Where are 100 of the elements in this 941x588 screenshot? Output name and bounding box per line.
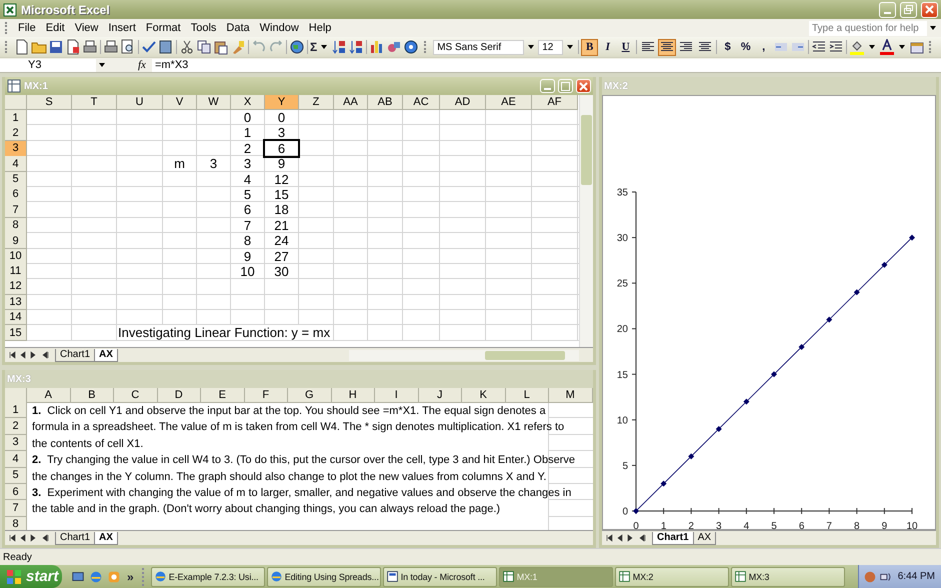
menu-item[interactable]: File — [13, 22, 41, 34]
column-header[interactable]: Z — [299, 95, 334, 110]
copy-icon[interactable] — [196, 39, 212, 55]
menu-item[interactable]: Help — [304, 22, 336, 34]
row-header[interactable]: 13 — [5, 294, 27, 310]
minimize-button[interactable] — [879, 2, 896, 18]
scissors-icon[interactable] — [179, 39, 195, 55]
menu-item[interactable]: Format — [140, 22, 186, 34]
column-header[interactable]: AA — [334, 95, 368, 110]
column-header[interactable]: F — [244, 388, 288, 403]
formula-field[interactable]: =m*X3 — [152, 58, 941, 72]
sheet-tab[interactable]: Chart1 — [55, 532, 96, 544]
caret-icon[interactable] — [869, 45, 876, 49]
caret-icon[interactable] — [528, 45, 534, 49]
new-document-icon[interactable] — [14, 39, 30, 55]
font-name-field[interactable]: MS Sans Serif — [433, 40, 524, 54]
text-style-button[interactable]: I — [599, 38, 616, 56]
row-header[interactable]: 7 — [5, 202, 27, 218]
row-header[interactable]: 9 — [5, 233, 27, 250]
column-header[interactable]: V — [163, 95, 197, 110]
row-header[interactable]: 5 — [5, 172, 27, 188]
close-button[interactable] — [576, 79, 591, 93]
caret-icon[interactable] — [321, 45, 328, 49]
caret-icon[interactable] — [99, 63, 105, 67]
column-header[interactable]: J — [418, 388, 462, 403]
menu-item[interactable]: Window — [254, 22, 304, 34]
sheet-tab[interactable]: Chart1 — [652, 532, 694, 544]
caret-icon[interactable] — [899, 45, 906, 49]
row-header[interactable]: 2 — [5, 125, 27, 142]
drawing-icon[interactable] — [386, 39, 402, 55]
column-header[interactable]: AF — [532, 95, 578, 110]
column-header[interactable]: T — [72, 95, 117, 110]
column-header[interactable]: U — [117, 95, 163, 110]
caret-icon[interactable] — [567, 45, 574, 49]
taskbar-button[interactable]: In today - Microsoft ... — [382, 566, 497, 586]
start-button[interactable]: start — [0, 565, 62, 588]
menu-item[interactable]: View — [70, 22, 104, 34]
vertical-scrollbar[interactable] — [579, 95, 593, 347]
row-header[interactable]: 12 — [5, 279, 27, 295]
column-header[interactable]: AD — [440, 95, 486, 110]
row-header[interactable]: 8 — [5, 516, 27, 530]
menu-item[interactable]: Edit — [40, 22, 70, 34]
globe-icon[interactable] — [289, 39, 305, 55]
menu-item[interactable]: Insert — [103, 22, 141, 34]
insert-function-button[interactable]: fx — [138, 59, 146, 71]
name-box[interactable]: Y3 — [0, 58, 96, 72]
sheet-navigation-icon[interactable] — [9, 534, 49, 542]
row-header[interactable]: 6 — [5, 186, 27, 203]
column-header[interactable]: M — [549, 388, 592, 403]
help-icon[interactable] — [403, 39, 420, 55]
clipboard-icon[interactable] — [213, 39, 229, 55]
column-header[interactable]: D — [158, 388, 201, 403]
column-header[interactable]: H — [332, 388, 375, 403]
sheet-navigation-icon[interactable] — [606, 534, 646, 542]
column-header[interactable]: A — [27, 388, 70, 403]
column-header[interactable]: X — [231, 95, 265, 110]
column-header[interactable]: K — [462, 388, 506, 403]
column-header[interactable]: S — [27, 95, 72, 110]
fill-color-icon[interactable] — [849, 39, 866, 55]
row-header[interactable]: 7 — [5, 500, 27, 517]
sheet-tab[interactable]: AX — [692, 532, 716, 544]
column-header[interactable]: G — [288, 388, 332, 403]
row-header[interactable]: 4 — [5, 451, 27, 468]
row-header[interactable]: 3 — [5, 140, 27, 157]
row-header[interactable]: 4 — [5, 156, 27, 172]
column-header[interactable]: Y — [265, 95, 299, 110]
row-header[interactable]: 11 — [5, 264, 27, 280]
autosum-button[interactable]: Σ — [310, 40, 318, 54]
column-header[interactable]: L — [506, 388, 549, 403]
column-header[interactable]: E — [201, 388, 244, 403]
printer-icon[interactable] — [82, 39, 98, 55]
row-header[interactable]: 1 — [5, 402, 27, 418]
font-color-icon[interactable] — [879, 39, 896, 55]
maximize-button[interactable] — [558, 79, 573, 93]
overflow-button[interactable]: » — [127, 570, 134, 584]
taskbar-button[interactable]: MX:3 — [730, 566, 845, 586]
column-header[interactable]: I — [375, 388, 418, 403]
column-header[interactable]: AC — [403, 95, 440, 110]
row-header[interactable]: 15 — [5, 325, 27, 342]
minimize-button[interactable] — [540, 79, 555, 93]
sort-ascending-icon[interactable] — [331, 39, 348, 55]
row-header[interactable]: 6 — [5, 484, 27, 500]
taskbar-button[interactable]: MX:2 — [614, 566, 729, 586]
row-header[interactable]: 1 — [5, 110, 27, 126]
restore-button[interactable] — [900, 2, 917, 18]
check-icon[interactable] — [141, 39, 157, 55]
text-style-button[interactable]: B — [581, 38, 598, 56]
number-format-button[interactable]: % — [737, 38, 754, 56]
help-search-field[interactable]: Type a question for help — [809, 20, 927, 36]
taskbar-button[interactable]: Editing Using Spreads... — [266, 566, 381, 586]
align-center-icon[interactable] — [658, 38, 676, 56]
column-header[interactable]: AE — [486, 95, 532, 110]
row-header[interactable]: 3 — [5, 434, 27, 452]
number-format-button[interactable]: , — [755, 38, 772, 56]
caret-icon[interactable] — [930, 26, 936, 30]
sheet-tab[interactable]: Chart1 — [55, 348, 96, 362]
sheet-navigation-icon[interactable] — [9, 351, 49, 359]
menu-item[interactable]: Tools — [186, 22, 222, 34]
horizontal-scrollbar[interactable] — [349, 350, 579, 360]
row-header[interactable]: 2 — [5, 418, 27, 435]
